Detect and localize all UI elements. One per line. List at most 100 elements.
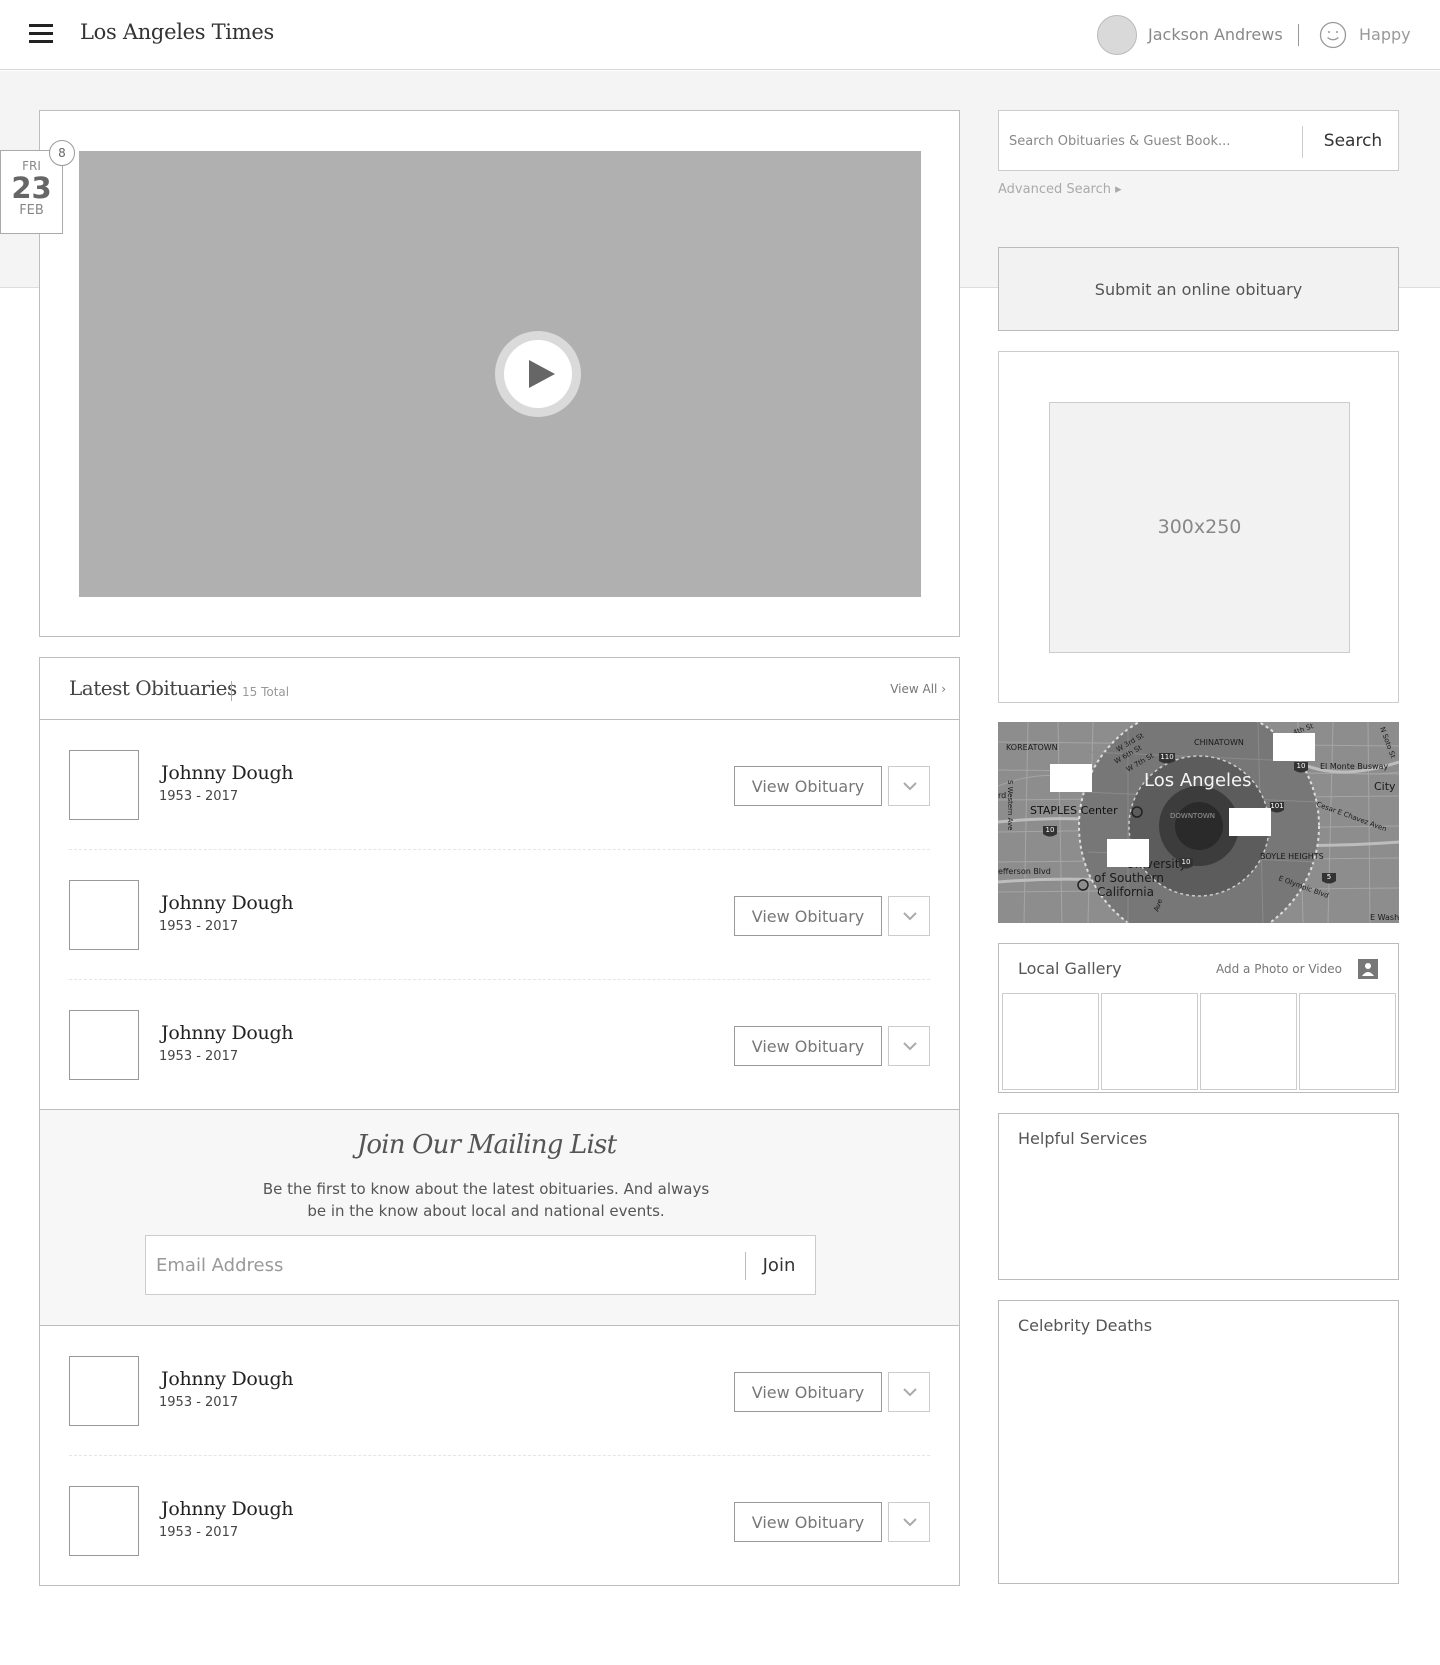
obituary-name[interactable]: Johnny Dough	[161, 1368, 294, 1390]
user-name[interactable]: Jackson Andrews	[1148, 25, 1283, 44]
local-gallery: Local Gallery Add a Photo or Video	[998, 943, 1399, 1093]
obituary-photo[interactable]	[69, 1010, 139, 1080]
obituary-name[interactable]: Johnny Dough	[161, 1498, 294, 1520]
view-obituary-button[interactable]: View Obituary	[734, 766, 882, 806]
gallery-tile[interactable]	[1299, 993, 1396, 1090]
play-icon	[529, 360, 555, 388]
gallery-tile[interactable]	[1101, 993, 1198, 1090]
gallery-tiles	[1002, 993, 1397, 1090]
highway-shield: 110	[1160, 753, 1173, 761]
map-label: El Monte Busway	[1320, 762, 1388, 771]
mailing-text: Be the first to know about the latest ob…	[262, 1180, 710, 1220]
map-label: Los Angeles	[1144, 770, 1252, 791]
add-photo-link[interactable]: Add a Photo or Video	[1216, 962, 1342, 976]
date-month: FEB	[19, 203, 44, 218]
expand-button[interactable]	[888, 766, 930, 806]
avatar[interactable]	[1097, 15, 1137, 55]
map-graphic: KOREATOWN CHINATOWN Los Angeles STAPLES …	[998, 722, 1399, 923]
obituaries-header: Latest Obituaries 15 Total View All ›	[40, 658, 959, 720]
gallery-tile[interactable]	[1200, 993, 1297, 1090]
obituary-row: Johnny Dough 1953 - 2017 View Obituary	[69, 1456, 930, 1586]
map-label: efferson Blvd	[998, 867, 1051, 876]
ad-card: 300x250	[998, 351, 1399, 703]
count-badge: 8	[49, 140, 75, 166]
map-label: of Southern	[1094, 871, 1164, 885]
map-label: BOYLE HEIGHTS	[1260, 852, 1324, 861]
chevron-down-icon	[903, 912, 917, 921]
obituaries-title: Latest Obituaries	[69, 676, 237, 700]
map-label: California	[1097, 885, 1154, 899]
header-divider	[231, 681, 232, 701]
chevron-down-icon	[903, 1518, 917, 1527]
email-field[interactable]	[156, 1246, 716, 1284]
obituaries-total: 15 Total	[242, 685, 290, 699]
expand-button[interactable]	[888, 1372, 930, 1412]
view-obituary-button[interactable]: View Obituary	[734, 1502, 882, 1542]
obituary-years: 1953 - 2017	[159, 1525, 239, 1540]
obituary-name[interactable]: Johnny Dough	[161, 1022, 294, 1044]
expand-button[interactable]	[888, 1026, 930, 1066]
mailing-list: Join Our Mailing List Be the first to kn…	[40, 1109, 959, 1326]
map-marker[interactable]	[1050, 764, 1092, 792]
hamburger-icon[interactable]	[29, 24, 53, 44]
view-obituary-button[interactable]: View Obituary	[734, 896, 882, 936]
map-label: STAPLES Center	[1030, 804, 1118, 817]
obituary-name[interactable]: Johnny Dough	[161, 892, 294, 914]
submit-obituary-button[interactable]: Submit an online obituary	[998, 247, 1399, 331]
latest-obituaries: Latest Obituaries 15 Total View All › Jo…	[39, 657, 960, 1586]
obituary-name[interactable]: Johnny Dough	[161, 762, 294, 784]
obituary-row: Johnny Dough 1953 - 2017 View Obituary	[69, 1326, 930, 1456]
helpful-services: Helpful Services	[998, 1113, 1399, 1280]
obituary-photo[interactable]	[69, 1486, 139, 1556]
play-button[interactable]	[495, 331, 581, 417]
site-brand[interactable]: Los Angeles Times	[80, 20, 274, 44]
obituary-years: 1953 - 2017	[159, 919, 239, 934]
map-label: City Terr	[1374, 780, 1399, 793]
obituary-photo[interactable]	[69, 880, 139, 950]
chevron-down-icon	[903, 782, 917, 791]
obituary-photo[interactable]	[69, 750, 139, 820]
gallery-title: Local Gallery	[1018, 959, 1122, 978]
map-marker[interactable]	[1107, 839, 1149, 867]
celebrity-deaths: Celebrity Deaths	[998, 1300, 1399, 1584]
header-divider	[1298, 24, 1299, 46]
map-marker[interactable]	[1273, 733, 1315, 761]
map[interactable]: KOREATOWN CHINATOWN Los Angeles STAPLES …	[998, 722, 1399, 923]
map-label: rd	[998, 791, 1006, 800]
map-label: DOWNTOWN	[1170, 812, 1215, 820]
video-card	[39, 110, 960, 637]
advanced-search-link[interactable]: Advanced Search ▸	[998, 182, 1122, 197]
search-button[interactable]: Search	[1309, 123, 1397, 159]
celebs-title: Celebrity Deaths	[1018, 1316, 1153, 1335]
map-marker[interactable]	[1229, 808, 1271, 836]
play-button-inner	[504, 340, 572, 408]
gallery-tile[interactable]	[1002, 993, 1099, 1090]
highway-shield: 101	[1270, 802, 1283, 810]
obituary-years: 1953 - 2017	[159, 789, 239, 804]
chevron-down-icon	[903, 1388, 917, 1397]
expand-button[interactable]	[888, 896, 930, 936]
search-input[interactable]	[1009, 123, 1289, 159]
services-title: Helpful Services	[1018, 1129, 1148, 1148]
site-header: Los Angeles Times Jackson Andrews Happy	[0, 0, 1440, 70]
view-all-link[interactable]: View All ›	[890, 682, 946, 696]
highway-shield: 10	[1182, 858, 1191, 866]
image-icon[interactable]	[1358, 959, 1378, 979]
join-button[interactable]: Join	[749, 1246, 809, 1284]
mailing-title: Join Our Mailing List	[356, 1130, 617, 1160]
view-obituary-button[interactable]: View Obituary	[734, 1372, 882, 1412]
obituary-years: 1953 - 2017	[159, 1395, 239, 1410]
expand-button[interactable]	[888, 1502, 930, 1542]
obituary-photo[interactable]	[69, 1356, 139, 1426]
obituary-row: Johnny Dough 1953 - 2017 View Obituary	[69, 980, 930, 1110]
map-label: KOREATOWN	[1006, 743, 1058, 752]
form-divider	[745, 1252, 746, 1280]
date-day: 23	[11, 171, 52, 205]
map-label: S Western Ave	[1006, 780, 1014, 830]
ad-slot[interactable]: 300x250	[1049, 402, 1350, 653]
view-obituary-button[interactable]: View Obituary	[734, 1026, 882, 1066]
search-box: Search	[998, 110, 1399, 171]
smiley-icon[interactable]	[1319, 21, 1347, 49]
video-player[interactable]	[79, 151, 921, 597]
mood-label[interactable]: Happy	[1359, 25, 1411, 44]
